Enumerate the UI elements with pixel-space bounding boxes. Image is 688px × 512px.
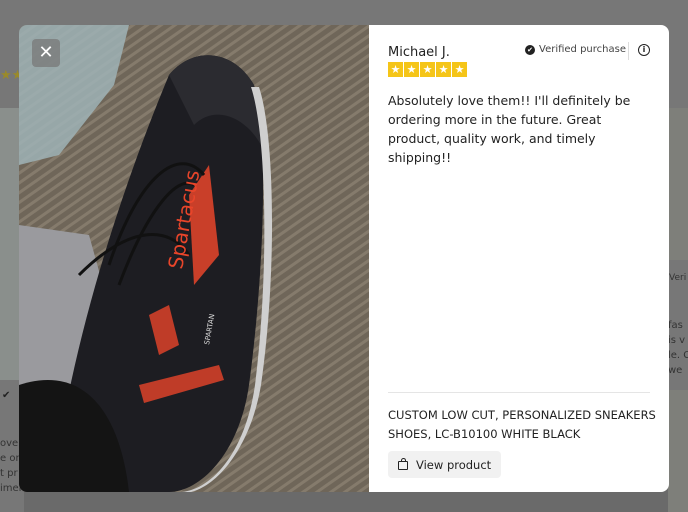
close-icon: ✕ — [38, 42, 54, 63]
shopping-bag-icon — [398, 458, 408, 470]
star-icon: ★ — [436, 62, 451, 77]
close-button[interactable]: ✕ — [32, 39, 60, 67]
view-product-label: View product — [416, 457, 492, 472]
product-title: CUSTOM LOW CUT, PERSONALIZED SNEAKERS SH… — [388, 408, 656, 441]
sneaker-photo-illustration: Spartacus SPARTAN — [19, 25, 369, 492]
review-photo: Spartacus SPARTAN ✕ — [19, 25, 369, 492]
rating-stars: ★ ★ ★ ★ ★ — [388, 62, 467, 77]
check-circle-icon: ✔ — [525, 44, 535, 55]
star-icon: ★ — [420, 62, 435, 77]
info-icon[interactable]: i — [638, 44, 650, 56]
view-product-button[interactable]: View product — [388, 451, 501, 478]
star-icon: ★ — [388, 62, 403, 77]
star-icon: ★ — [452, 62, 467, 77]
background-verified-icon: ✔ — [2, 390, 11, 401]
review-details-panel: Michael J. ✔ Verified purchase i ★ ★ ★ ★… — [369, 25, 669, 492]
background-review-snippet-right: fas is v le. C we — [668, 320, 688, 376]
verified-purchase-badge: ✔ Verified purchase — [525, 44, 626, 55]
section-divider — [388, 392, 650, 393]
verified-purchase-label: Verified purchase — [539, 44, 626, 55]
header-divider — [628, 42, 629, 60]
review-text: Absolutely love them!! I'll definitely b… — [388, 93, 631, 165]
background-verified-label-right: Veri — [669, 273, 687, 283]
review-modal: Spartacus SPARTAN ✕ Michael J. ✔ Verifie… — [19, 25, 669, 492]
star-icon: ★ — [404, 62, 419, 77]
reviewer-name: Michael J. — [388, 45, 450, 60]
